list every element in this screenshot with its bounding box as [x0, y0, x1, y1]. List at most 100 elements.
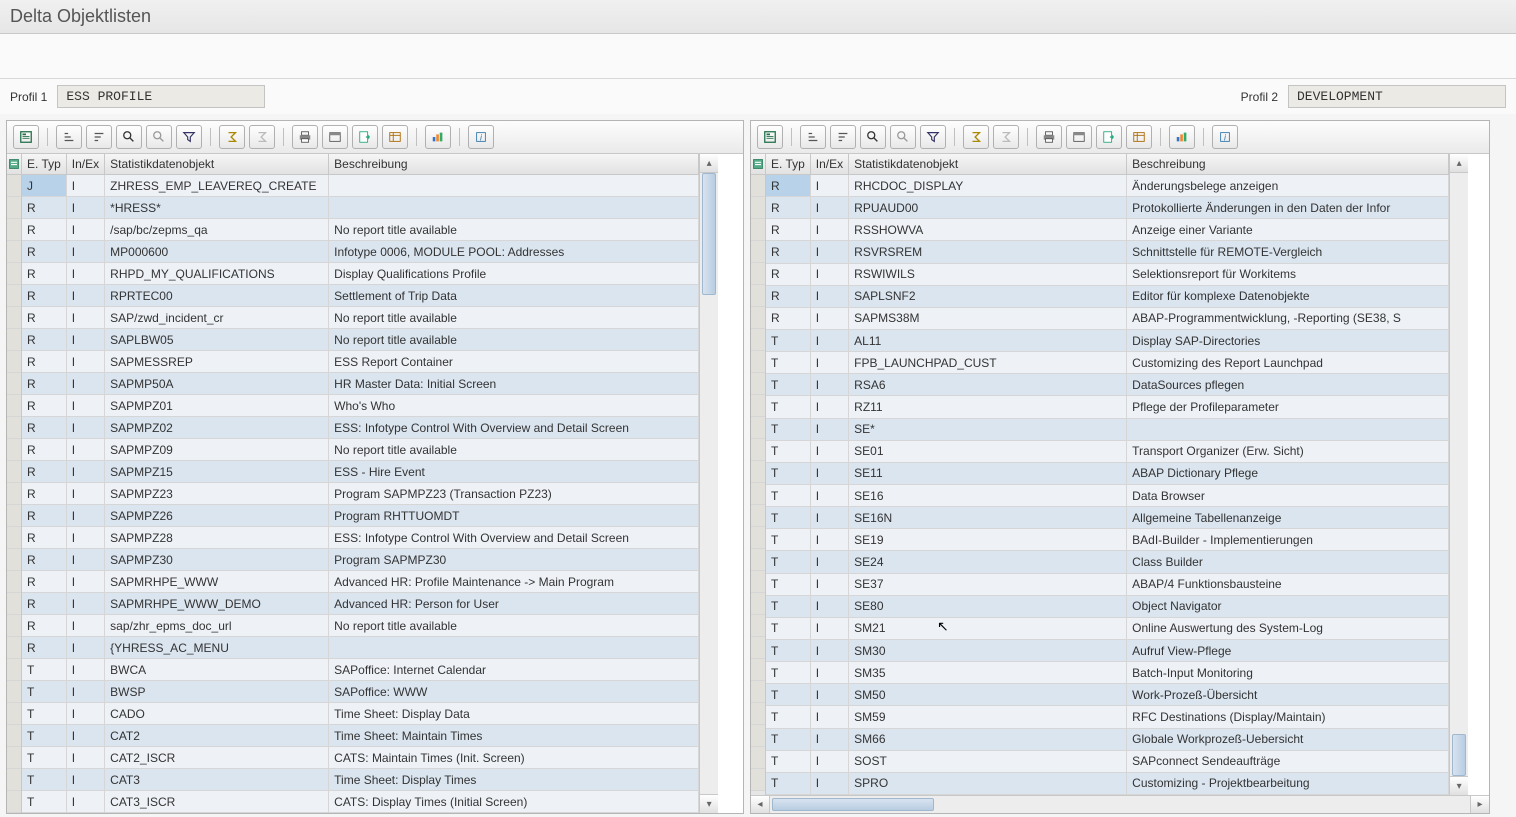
table-row[interactable]: RISAPMRHPE_WWW_DEMOAdvanced HR: Person f…	[22, 593, 699, 615]
table-row[interactable]: RISAPMPZ23Program SAPMPZ23 (Transaction …	[22, 483, 699, 505]
col-obj[interactable]: Statistikdatenobjekt	[849, 154, 1127, 175]
cell-inex[interactable]: I	[810, 684, 848, 706]
cell-obj[interactable]: SM35	[849, 662, 1127, 684]
table-row[interactable]: TISE11ABAP Dictionary Pflege	[766, 462, 1449, 484]
cell-typ[interactable]: T	[766, 573, 810, 595]
cell-inex[interactable]: I	[810, 329, 848, 351]
cell-typ[interactable]: T	[22, 703, 66, 725]
cell-obj[interactable]: sap/zhr_epms_doc_url	[105, 615, 329, 637]
table-row[interactable]: RIRSWIWILSSelektionsreport für Workitems	[766, 263, 1449, 285]
table-row[interactable]: TISM59RFC Destinations (Display/Maintain…	[766, 706, 1449, 728]
cell-obj[interactable]: AL11	[849, 329, 1127, 351]
table-row[interactable]: RISAPMPZ09No report title available	[22, 439, 699, 461]
cell-obj[interactable]: RHPD_MY_QUALIFICATIONS	[105, 263, 329, 285]
print-icon[interactable]	[1036, 125, 1062, 149]
cell-obj[interactable]: {YHRESS_AC_MENU	[105, 637, 329, 659]
cell-typ[interactable]: R	[22, 241, 66, 263]
cell-inex[interactable]: I	[810, 706, 848, 728]
cell-typ[interactable]: J	[22, 175, 66, 197]
print-icon[interactable]	[292, 125, 318, 149]
cell-obj[interactable]: SE16N	[849, 507, 1127, 529]
cell-typ[interactable]: T	[766, 706, 810, 728]
cell-obj[interactable]: SAPMPZ30	[105, 549, 329, 571]
table-row[interactable]: TIBWCASAPoffice: Internet Calendar	[22, 659, 699, 681]
cell-inex[interactable]: I	[810, 285, 848, 307]
row-marker[interactable]	[7, 241, 21, 263]
table-row[interactable]: TISE37ABAP/4 Funktionsbausteine	[766, 573, 1449, 595]
cell-inex[interactable]: I	[810, 484, 848, 506]
cell-obj[interactable]: SE19	[849, 529, 1127, 551]
row-marker[interactable]	[7, 747, 21, 769]
row-marker[interactable]	[751, 505, 765, 527]
cell-typ[interactable]: R	[766, 197, 810, 219]
cell-desc[interactable]: CATS: Display Times (Initial Screen)	[329, 791, 699, 813]
cell-obj[interactable]: RSVRSREM	[849, 241, 1127, 263]
cell-typ[interactable]: T	[766, 484, 810, 506]
cell-inex[interactable]: I	[66, 351, 104, 373]
cell-inex[interactable]: I	[810, 507, 848, 529]
row-marker[interactable]	[7, 395, 21, 417]
table-row[interactable]: RIRHPD_MY_QUALIFICATIONSDisplay Qualific…	[22, 263, 699, 285]
subtotal-icon[interactable]	[993, 125, 1019, 149]
row-marker[interactable]	[7, 417, 21, 439]
cell-inex[interactable]: I	[66, 307, 104, 329]
table-row[interactable]: RIsap/zhr_epms_doc_urlNo report title av…	[22, 615, 699, 637]
cell-obj[interactable]: SAP/zwd_incident_cr	[105, 307, 329, 329]
select-all-header[interactable]	[751, 154, 765, 175]
cell-inex[interactable]: I	[810, 529, 848, 551]
cell-desc[interactable]: ESS - Hire Event	[329, 461, 699, 483]
row-marker[interactable]	[7, 307, 21, 329]
cell-typ[interactable]: T	[766, 551, 810, 573]
cell-typ[interactable]: R	[22, 505, 66, 527]
cell-desc[interactable]: Batch-Input Monitoring	[1127, 662, 1449, 684]
cell-desc[interactable]: CATS: Maintain Times (Init. Screen)	[329, 747, 699, 769]
cell-typ[interactable]: R	[766, 175, 810, 197]
row-marker[interactable]	[751, 285, 765, 307]
layout-icon[interactable]	[382, 125, 408, 149]
table-row[interactable]: RISAPMP50AHR Master Data: Initial Screen	[22, 373, 699, 395]
cell-typ[interactable]: R	[22, 219, 66, 241]
cell-obj[interactable]: BWCA	[105, 659, 329, 681]
subtotal-icon[interactable]	[249, 125, 275, 149]
cell-desc[interactable]: Object Navigator	[1127, 595, 1449, 617]
cell-inex[interactable]: I	[66, 175, 104, 197]
cell-obj[interactable]: CADO	[105, 703, 329, 725]
cell-desc[interactable]: ABAP-Programmentwicklung, -Reporting (SE…	[1127, 307, 1449, 329]
cell-inex[interactable]: I	[66, 483, 104, 505]
row-marker[interactable]	[7, 351, 21, 373]
cell-desc[interactable]: Customizing - Projektbearbeitung	[1127, 772, 1449, 794]
cell-obj[interactable]: CAT2_ISCR	[105, 747, 329, 769]
cell-obj[interactable]: SAPMRHPE_WWW	[105, 571, 329, 593]
row-marker[interactable]	[751, 241, 765, 263]
cell-inex[interactable]: I	[66, 725, 104, 747]
table-row[interactable]: TISOSTSAPconnect Sendeaufträge	[766, 750, 1449, 772]
cell-desc[interactable]: Anzeige einer Variante	[1127, 219, 1449, 241]
cell-desc[interactable]: Infotype 0006, MODULE POOL: Addresses	[329, 241, 699, 263]
table-row[interactable]: RIMP000600Infotype 0006, MODULE POOL: Ad…	[22, 241, 699, 263]
cell-desc[interactable]: Time Sheet: Maintain Times	[329, 725, 699, 747]
cell-obj[interactable]: RHCDOC_DISPLAY	[849, 175, 1127, 197]
row-marker[interactable]	[7, 593, 21, 615]
table-row[interactable]: RISAPMESSREPESS Report Container	[22, 351, 699, 373]
cell-desc[interactable]: ESS: Infotype Control With Overview and …	[329, 527, 699, 549]
cell-obj[interactable]: BWSP	[105, 681, 329, 703]
row-marker[interactable]	[7, 725, 21, 747]
row-marker[interactable]	[751, 769, 765, 791]
cell-inex[interactable]: I	[66, 703, 104, 725]
table-row[interactable]: TISE*	[766, 418, 1449, 440]
cell-typ[interactable]: T	[766, 728, 810, 750]
row-marker[interactable]	[7, 505, 21, 527]
cell-desc[interactable]: BAdI-Builder - Implementierungen	[1127, 529, 1449, 551]
table-row[interactable]: TISE24Class Builder	[766, 551, 1449, 573]
cell-inex[interactable]: I	[66, 681, 104, 703]
profile1-field[interactable]: ESS PROFILE	[57, 85, 265, 108]
cell-inex[interactable]: I	[810, 462, 848, 484]
export-icon[interactable]	[1096, 125, 1122, 149]
row-marker[interactable]	[7, 483, 21, 505]
cell-inex[interactable]: I	[66, 439, 104, 461]
cell-typ[interactable]: T	[22, 791, 66, 813]
scroll-up-icon[interactable]: ▴	[700, 154, 718, 173]
cell-desc[interactable]: ABAP Dictionary Pflege	[1127, 462, 1449, 484]
sum-icon[interactable]	[219, 125, 245, 149]
cell-inex[interactable]: I	[66, 637, 104, 659]
